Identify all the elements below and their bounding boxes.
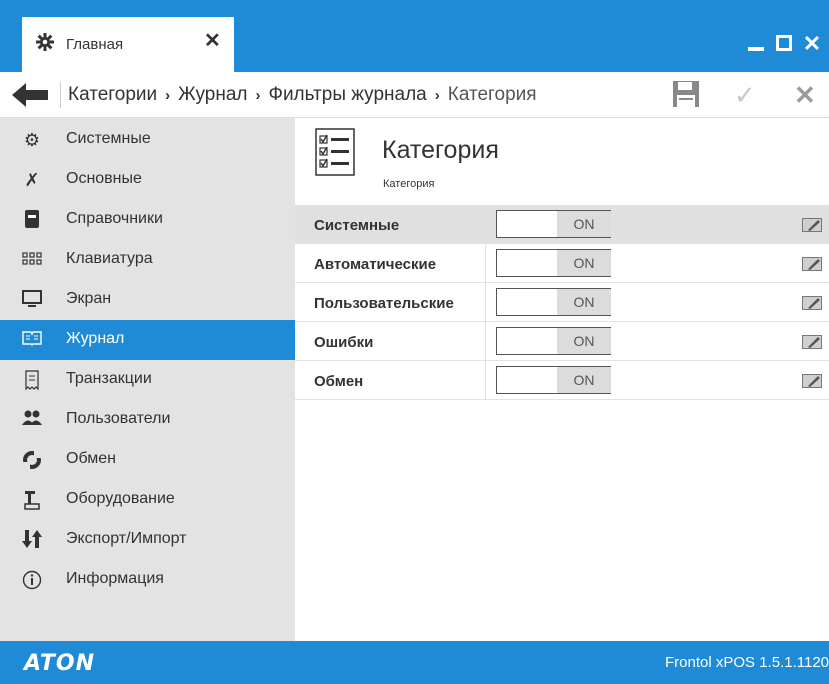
version-text: Frontol xPOS 1.5.1.1120	[665, 654, 829, 671]
sidebar: ⚙ Системные ✗ Основные Справочники Клави…	[0, 118, 295, 641]
row-label: Обмен	[314, 373, 364, 390]
sidebar-item-journal[interactable]: Журнал	[0, 320, 295, 360]
page-subtitle: Категория	[383, 178, 435, 190]
toolbar-actions: ✓ ✕	[672, 80, 824, 110]
row-label: Ошибки	[314, 334, 374, 351]
sidebar-item-exchange[interactable]: Обмен	[0, 440, 295, 480]
on-off-toggle[interactable]: ON	[496, 366, 611, 394]
toolbar-divider	[60, 82, 61, 108]
sidebar-item-label: Справочники	[66, 210, 163, 227]
back-arrow-icon[interactable]	[12, 83, 52, 107]
title-bar: Главная ✕ ✕	[0, 0, 829, 72]
sidebar-item-label: Системные	[66, 130, 151, 147]
toggle-value: ON	[557, 367, 611, 393]
gears-icon: ⚙	[23, 130, 41, 150]
checklist-icon	[315, 128, 355, 176]
column-divider	[485, 322, 486, 361]
checkmark-icon[interactable]: ✓	[734, 80, 764, 110]
edit-icon[interactable]	[802, 296, 822, 310]
edit-icon[interactable]	[802, 335, 822, 349]
sidebar-item-references[interactable]: Справочники	[0, 200, 295, 240]
on-off-toggle[interactable]: ON	[496, 288, 611, 316]
sidebar-item-equipment[interactable]: Оборудование	[0, 480, 295, 520]
receipt-icon	[22, 370, 42, 391]
gear-icon	[36, 33, 54, 51]
column-divider	[485, 361, 486, 400]
import-export-icon	[22, 530, 42, 550]
tools-icon: ✗	[24, 170, 40, 190]
chevron-right-icon: ›	[165, 86, 171, 104]
edit-icon[interactable]	[802, 257, 822, 271]
journal-icon	[22, 330, 42, 350]
edit-icon[interactable]	[802, 374, 822, 388]
edit-icon[interactable]	[802, 218, 822, 232]
sidebar-item-label: Транзакции	[66, 370, 152, 387]
sidebar-item-label: Клавиатура	[66, 250, 153, 267]
monitor-icon	[22, 290, 42, 310]
sidebar-item-keyboard[interactable]: Клавиатура	[0, 240, 295, 280]
settings-table: Системные ON Автоматические ON Пользоват…	[295, 205, 829, 400]
sidebar-item-label: Обмен	[66, 450, 116, 467]
table-row: Системные ON	[295, 205, 829, 244]
page-title: Категория	[382, 136, 499, 164]
tab-title: Главная	[66, 36, 124, 53]
aton-logo: ATON	[24, 651, 96, 676]
sidebar-item-system[interactable]: ⚙ Системные	[0, 120, 295, 160]
table-row: Обмен ON	[295, 361, 829, 400]
sidebar-item-label: Пользователи	[66, 410, 171, 427]
sidebar-item-label: Основные	[66, 170, 142, 187]
sidebar-item-label: Оборудование	[66, 490, 175, 507]
table-row: Пользовательские ON	[295, 283, 829, 322]
breadcrumb-item[interactable]: Журнал	[178, 84, 247, 106]
sidebar-item-export-import[interactable]: Экспорт/Импорт	[0, 520, 295, 560]
status-bar: ATON Frontol xPOS 1.5.1.1120	[0, 641, 829, 684]
sidebar-item-users[interactable]: Пользователи	[0, 400, 295, 440]
on-off-toggle[interactable]: ON	[496, 249, 611, 277]
breadcrumb-item[interactable]: Фильтры журнала	[269, 84, 427, 106]
breadcrumb-current: Категория	[447, 84, 537, 105]
row-label: Автоматические	[314, 256, 437, 273]
sidebar-item-label: Журнал	[66, 330, 125, 347]
breadcrumb: Категории › Журнал › Фильтры журнала › К…	[68, 84, 537, 106]
sidebar-item-label: Информация	[66, 570, 164, 587]
breadcrumb-item[interactable]: Категории	[68, 84, 157, 106]
sidebar-item-screen[interactable]: Экран	[0, 280, 295, 320]
column-divider	[485, 205, 486, 244]
column-divider	[485, 283, 486, 322]
on-off-toggle[interactable]: ON	[496, 327, 611, 355]
chevron-right-icon: ›	[434, 86, 440, 104]
minimize-icon[interactable]	[745, 33, 767, 55]
book-icon	[22, 210, 42, 230]
toggle-value: ON	[557, 250, 611, 276]
close-icon[interactable]: ✕	[204, 31, 221, 51]
chevron-right-icon: ›	[255, 86, 261, 104]
keyboard-icon	[22, 250, 42, 270]
row-label: Системные	[314, 217, 400, 234]
equipment-icon	[22, 490, 42, 510]
table-row: Ошибки ON	[295, 322, 829, 361]
table-row: Автоматические ON	[295, 244, 829, 283]
users-icon	[22, 410, 42, 430]
toggle-value: ON	[557, 289, 611, 315]
save-icon[interactable]	[672, 80, 702, 110]
cancel-icon[interactable]: ✕	[794, 80, 824, 110]
sidebar-item-label: Экран	[66, 290, 112, 307]
row-label: Пользовательские	[314, 295, 454, 312]
sync-icon	[22, 450, 42, 470]
toolbar: Категории › Журнал › Фильтры журнала › К…	[0, 72, 829, 118]
column-divider	[485, 244, 486, 283]
tab-main[interactable]: Главная ✕	[22, 17, 234, 72]
window-controls: ✕	[745, 32, 823, 56]
on-off-toggle[interactable]: ON	[496, 210, 611, 238]
main-content: Категория Категория Системные ON Автомат…	[295, 118, 829, 641]
info-icon	[22, 570, 42, 590]
maximize-icon[interactable]	[773, 33, 795, 55]
window-close-icon[interactable]: ✕	[801, 33, 823, 55]
toggle-value: ON	[557, 211, 611, 237]
sidebar-item-transactions[interactable]: Транзакции	[0, 360, 295, 400]
sidebar-item-label: Экспорт/Импорт	[66, 530, 187, 547]
sidebar-item-basic[interactable]: ✗ Основные	[0, 160, 295, 200]
toggle-value: ON	[557, 328, 611, 354]
sidebar-item-info[interactable]: Информация	[0, 560, 295, 600]
